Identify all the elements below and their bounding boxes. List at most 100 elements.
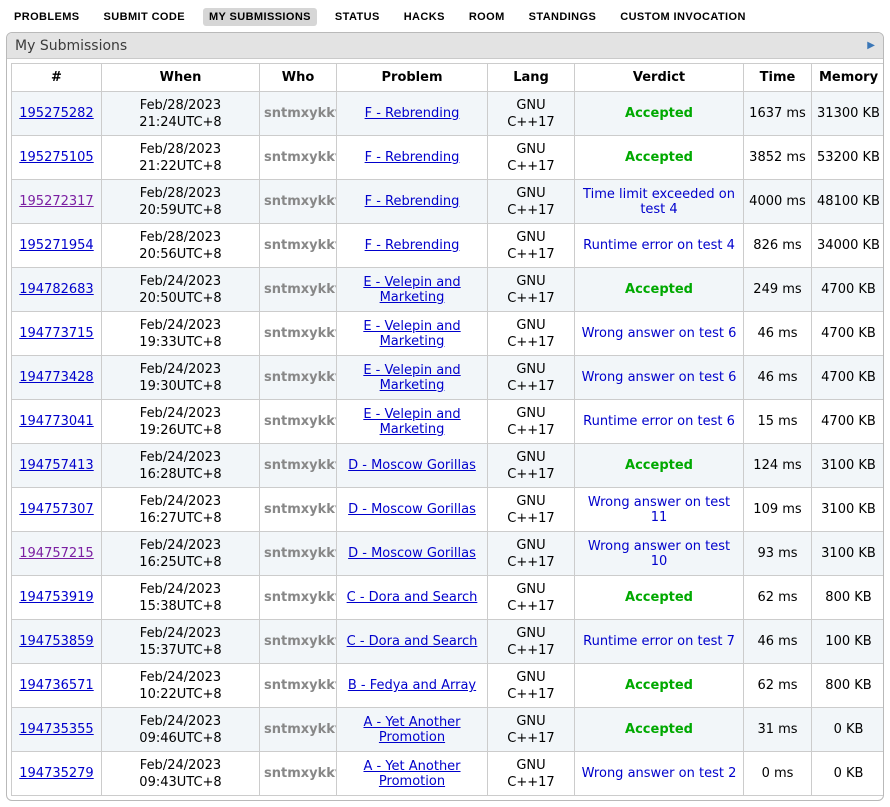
user-link[interactable]: sntmxykky	[264, 326, 337, 341]
when-cell: Feb/28/202321:22UTC+8	[102, 136, 260, 180]
memory-used-cell: 800 KB	[812, 664, 885, 708]
nav-item-room[interactable]: ROOM	[463, 8, 511, 26]
submission-id-link[interactable]: 194753859	[19, 634, 93, 649]
memory-used-cell: 100 KB	[812, 620, 885, 664]
submission-date: Feb/28/2023	[106, 97, 255, 114]
problem-link[interactable]: D - Moscow Gorillas	[348, 546, 476, 561]
submission-time: 10:22UTC+8	[106, 686, 255, 703]
user-link[interactable]: sntmxykky	[264, 238, 337, 253]
submission-id-link[interactable]: 194757215	[19, 546, 93, 561]
column-header-memory: Memory	[812, 64, 885, 92]
when-cell: Feb/24/202319:33UTC+8	[102, 312, 260, 356]
submission-id-cell: 195275282	[12, 92, 102, 136]
problem-link[interactable]: C - Dora and Search	[347, 634, 478, 649]
user-link[interactable]: sntmxykky	[264, 150, 337, 165]
submission-time: 20:56UTC+8	[106, 246, 255, 263]
problem-link[interactable]: A - Yet Another Promotion	[363, 715, 460, 745]
verdict-cell: Accepted	[575, 576, 744, 620]
submission-id-link[interactable]: 194773715	[19, 326, 93, 341]
language-label: GNU C++17	[507, 142, 554, 174]
user-link[interactable]: sntmxykky	[264, 282, 337, 297]
nav-item-custom-invocation[interactable]: CUSTOM INVOCATION	[614, 8, 752, 26]
problem-link[interactable]: A - Yet Another Promotion	[363, 759, 460, 789]
verdict-cell: Wrong answer on test 6	[575, 312, 744, 356]
user-link[interactable]: sntmxykky	[264, 766, 337, 781]
when-cell: Feb/24/202309:43UTC+8	[102, 752, 260, 796]
when-cell: Feb/28/202321:24UTC+8	[102, 92, 260, 136]
user-link[interactable]: sntmxykky	[264, 722, 337, 737]
problem-link[interactable]: F - Rebrending	[365, 106, 460, 121]
problem-link[interactable]: D - Moscow Gorillas	[348, 502, 476, 517]
submission-id-link[interactable]: 194757413	[19, 458, 93, 473]
user-link[interactable]: sntmxykky	[264, 106, 337, 121]
verdict-cell: Time limit exceeded on test 4	[575, 180, 744, 224]
exec-time-cell: 93 ms	[744, 532, 812, 576]
when-cell: Feb/24/202316:28UTC+8	[102, 444, 260, 488]
problem-link[interactable]: E - Velepin and Marketing	[363, 319, 460, 349]
submission-id-link[interactable]: 194735355	[19, 722, 93, 737]
lang-cell: GNU C++17	[488, 576, 575, 620]
problem-link[interactable]: D - Moscow Gorillas	[348, 458, 476, 473]
submission-id-cell: 194753919	[12, 576, 102, 620]
column-header-time: Time	[744, 64, 812, 92]
user-link[interactable]: sntmxykky	[264, 370, 337, 385]
submission-id-link[interactable]: 195275282	[19, 106, 93, 121]
verdict-cell: Runtime error on test 6	[575, 400, 744, 444]
submission-id-link[interactable]: 195272317	[19, 194, 93, 209]
problem-link[interactable]: B - Fedya and Array	[348, 678, 476, 693]
submission-row: 194735279 Feb/24/202309:43UTC+8 sntmxykky A…	[12, 752, 885, 796]
memory-used-cell: 3100 KB	[812, 444, 885, 488]
language-label: GNU C++17	[507, 494, 554, 526]
submission-id-cell: 195271954	[12, 224, 102, 268]
language-label: GNU C++17	[507, 714, 554, 746]
submission-id-link[interactable]: 194736571	[19, 678, 93, 693]
collapse-arrow-icon[interactable]: ▶	[867, 41, 875, 51]
problem-link[interactable]: F - Rebrending	[365, 238, 460, 253]
who-cell: sntmxykky	[260, 532, 337, 576]
exec-time-cell: 15 ms	[744, 400, 812, 444]
lang-cell: GNU C++17	[488, 180, 575, 224]
submission-id-link[interactable]: 195275105	[19, 150, 93, 165]
nav-item-my-submissions[interactable]: MY SUBMISSIONS	[203, 8, 317, 26]
submission-id-cell: 195272317	[12, 180, 102, 224]
user-link[interactable]: sntmxykky	[264, 590, 337, 605]
verdict-text: Accepted	[625, 150, 693, 165]
user-link[interactable]: sntmxykky	[264, 634, 337, 649]
column-header-when: When	[102, 64, 260, 92]
nav-item-standings[interactable]: STANDINGS	[523, 8, 603, 26]
user-link[interactable]: sntmxykky	[264, 458, 337, 473]
user-link[interactable]: sntmxykky	[264, 502, 337, 517]
problem-link[interactable]: F - Rebrending	[365, 194, 460, 209]
problem-cell: F - Rebrending	[337, 180, 488, 224]
submission-id-link[interactable]: 194773041	[19, 414, 93, 429]
problem-cell: D - Moscow Gorillas	[337, 444, 488, 488]
submission-id-cell: 194757307	[12, 488, 102, 532]
nav-item-problems[interactable]: PROBLEMS	[8, 8, 86, 26]
submission-id-link[interactable]: 194735279	[19, 766, 93, 781]
memory-used-cell: 3100 KB	[812, 488, 885, 532]
problem-link[interactable]: E - Velepin and Marketing	[363, 275, 460, 305]
nav-item-hacks[interactable]: HACKS	[398, 8, 451, 26]
submission-time: 16:27UTC+8	[106, 510, 255, 527]
nav-item-status[interactable]: STATUS	[329, 8, 386, 26]
user-link[interactable]: sntmxykky	[264, 546, 337, 561]
problem-link[interactable]: F - Rebrending	[365, 150, 460, 165]
nav-item-submit-code[interactable]: SUBMIT CODE	[98, 8, 191, 26]
submission-time: 21:24UTC+8	[106, 114, 255, 131]
user-link[interactable]: sntmxykky	[264, 194, 337, 209]
submission-id-link[interactable]: 195271954	[19, 238, 93, 253]
submission-id-link[interactable]: 194773428	[19, 370, 93, 385]
user-link[interactable]: sntmxykky	[264, 414, 337, 429]
problem-cell: F - Rebrending	[337, 92, 488, 136]
submission-id-link[interactable]: 194782683	[19, 282, 93, 297]
submission-time: 21:22UTC+8	[106, 158, 255, 175]
problem-link[interactable]: E - Velepin and Marketing	[363, 363, 460, 393]
user-link[interactable]: sntmxykky	[264, 678, 337, 693]
submission-id-link[interactable]: 194753919	[19, 590, 93, 605]
column-header-verdict: Verdict	[575, 64, 744, 92]
submission-id-link[interactable]: 194757307	[19, 502, 93, 517]
exec-time-cell: 3852 ms	[744, 136, 812, 180]
lang-cell: GNU C++17	[488, 488, 575, 532]
problem-link[interactable]: E - Velepin and Marketing	[363, 407, 460, 437]
problem-link[interactable]: C - Dora and Search	[347, 590, 478, 605]
